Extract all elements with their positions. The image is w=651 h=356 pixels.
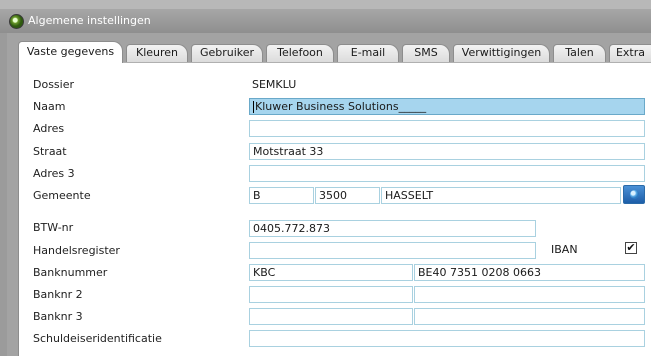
tab-label: E-mail	[350, 46, 386, 59]
handelsregister-input[interactable]	[249, 242, 536, 259]
banknummer-account-input[interactable]: BE40 7351 0208 0663	[414, 264, 645, 281]
banknr3-bank-input[interactable]	[249, 308, 413, 325]
window-titlebar: Algemene instellingen	[0, 9, 651, 33]
straat-input[interactable]: Motstraat 33	[249, 143, 645, 160]
tab-vaste-gegevens[interactable]: Vaste gegevens	[18, 41, 123, 63]
app-icon	[9, 14, 24, 29]
globe-icon	[630, 190, 639, 199]
tab-label: Kleuren	[135, 46, 179, 59]
label-straat: Straat	[33, 145, 67, 158]
tab-label: Vaste gegevens	[26, 45, 115, 58]
tab-gebruiker[interactable]: Gebruiker	[191, 44, 263, 62]
top-strip	[0, 0, 651, 9]
tab-verwittigingen[interactable]: Verwittigingen	[453, 44, 550, 62]
label-banknr2: Banknr 2	[33, 288, 83, 301]
dossier-value: SEMKLU	[252, 78, 297, 91]
check-icon: ✔	[626, 241, 636, 254]
tab-label: Gebruiker	[199, 46, 255, 59]
banknr2-bank-input[interactable]	[249, 286, 413, 303]
tab-telefoon[interactable]: Telefoon	[266, 44, 334, 62]
text-caret	[253, 101, 254, 113]
top-strip-segment	[0, 0, 171, 9]
window-title: Algemene instellingen	[28, 14, 151, 27]
label-btw: BTW-nr	[33, 221, 74, 234]
adres3-input[interactable]	[249, 165, 645, 182]
label-naam: Naam	[33, 100, 66, 113]
iban-checkbox[interactable]: ✔	[625, 242, 637, 254]
label-handelsregister: Handelsregister	[33, 244, 120, 257]
tab-label: Verwittigingen	[461, 46, 542, 59]
label-banknr3: Banknr 3	[33, 310, 83, 323]
gemeente-city-input[interactable]: HASSELT	[381, 187, 621, 204]
tab-label: Telefoon	[277, 46, 323, 59]
label-adres: Adres	[33, 122, 65, 135]
tab-sms[interactable]: SMS	[402, 44, 450, 62]
naam-input[interactable]: Kluwer Business Solutions_____	[249, 98, 645, 115]
tab-kleuren[interactable]: Kleuren	[126, 44, 188, 62]
gemeente-country-input[interactable]: B	[249, 187, 314, 204]
tab-label: Extra	[615, 46, 646, 59]
tab-label: Talen	[565, 46, 594, 59]
banknr3-account-input[interactable]	[414, 308, 645, 325]
iban-label: IBAN	[551, 243, 578, 256]
top-strip-segment	[420, 0, 651, 9]
top-strip-segment	[170, 0, 291, 9]
btw-input[interactable]: 0405.772.873	[249, 220, 536, 237]
tab-talen[interactable]: Talen	[553, 44, 606, 62]
gemeente-lookup-button[interactable]	[623, 185, 645, 204]
banknr2-account-input[interactable]	[414, 286, 645, 303]
schuldeiser-input[interactable]	[249, 330, 645, 347]
adres-input[interactable]	[249, 120, 645, 137]
tab-extra[interactable]: Extra	[609, 44, 651, 62]
top-strip-segment	[290, 0, 421, 9]
tab-email[interactable]: E-mail	[337, 44, 399, 62]
naam-input-text: Kluwer Business Solutions_____	[255, 100, 427, 113]
banknummer-bank-input[interactable]: KBC	[249, 264, 413, 281]
label-gemeente: Gemeente	[33, 189, 91, 202]
tab-label: SMS	[414, 46, 438, 59]
label-banknummer: Banknummer	[33, 266, 108, 279]
label-adres3: Adres 3	[33, 167, 75, 180]
label-schuldeiser: Schuldeiseridentificatie	[33, 332, 162, 345]
label-dossier: Dossier	[33, 78, 75, 91]
gemeente-postcode-input[interactable]: 3500	[315, 187, 380, 204]
